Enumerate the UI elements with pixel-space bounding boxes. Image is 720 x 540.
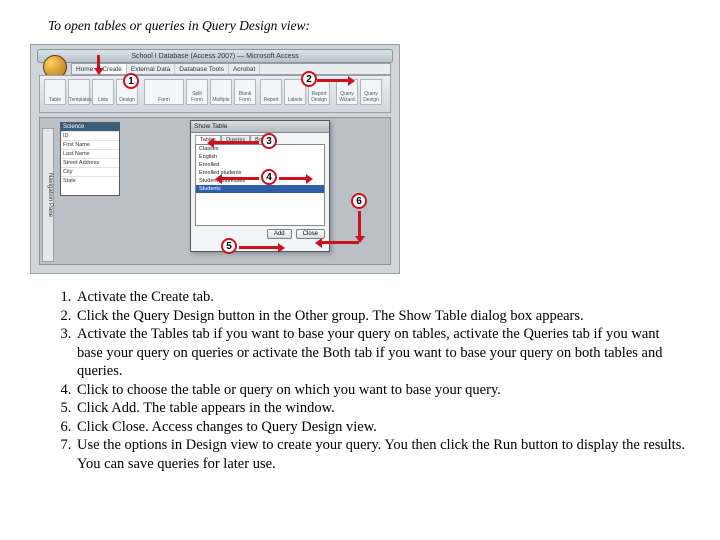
section-heading: To open tables or queries in Query Desig… <box>48 18 690 34</box>
arrow-6b <box>321 241 359 244</box>
field-row: ID <box>61 131 119 140</box>
ribbon-form: Form <box>144 79 184 105</box>
ribbon-blank: Blank Form <box>234 79 256 105</box>
list-item: English <box>196 153 324 161</box>
tab-external-data: External Data <box>127 64 175 74</box>
arrow-5 <box>239 246 279 249</box>
field-row: First Name <box>61 140 119 149</box>
tab-database-tools: Database Tools <box>175 64 229 74</box>
callout-6: 6 <box>351 193 367 209</box>
ribbon-templates: Templates <box>68 79 90 105</box>
field-row: Last Name <box>61 149 119 158</box>
dialog-list: Classes English Enrolled Enrolled studen… <box>195 144 325 226</box>
field-row: Street Address <box>61 158 119 167</box>
ribbon-label: Labels <box>285 97 305 103</box>
list-item: Enrolled <box>196 161 324 169</box>
ribbon-label: Lists <box>93 97 113 103</box>
step-7: Use the options in Design view to create… <box>75 436 685 473</box>
ribbon-label: Multiple <box>211 97 231 103</box>
add-button: Add <box>267 229 292 239</box>
ribbon-splitform: Split Form <box>186 79 208 105</box>
field-row: City <box>61 167 119 176</box>
step-1: Activate the Create tab. <box>75 288 685 307</box>
arrow-3 <box>213 141 259 144</box>
app-titlebar: School I Database (Access 2007) — Micros… <box>37 49 393 63</box>
arrow-4a <box>221 177 259 180</box>
callout-5: 5 <box>221 238 237 254</box>
ribbon-label: Query Design <box>361 91 381 103</box>
navigation-pane: Navigation Pane <box>42 128 54 262</box>
ribbon-lists: Lists <box>92 79 114 105</box>
ribbon-label: Templates <box>69 97 89 103</box>
tutorial-screenshot: School I Database (Access 2007) — Micros… <box>30 44 400 274</box>
dialog-buttons: Add Close <box>191 226 329 242</box>
ribbon-label: Query Wizard <box>337 91 357 103</box>
instruction-list: Activate the Create tab. Click the Query… <box>30 288 690 473</box>
ribbon-label: Table <box>45 97 65 103</box>
arrow-1 <box>97 55 100 69</box>
step-3: Activate the Tables tab if you want to b… <box>75 325 685 381</box>
callout-1: 1 <box>123 73 139 89</box>
arrow-2 <box>317 79 349 82</box>
tab-acrobat: Acrobat <box>229 64 260 74</box>
step-4: Click to choose the table or query on wh… <box>75 381 685 400</box>
list-item-selected: Students <box>196 185 324 193</box>
ribbon-report: Report <box>260 79 282 105</box>
callout-2: 2 <box>301 71 317 87</box>
list-item: Classes <box>196 145 324 153</box>
dialog-title: Show Table <box>191 121 329 133</box>
ribbon-label: Design <box>117 97 137 103</box>
field-list-title: Science <box>61 123 119 131</box>
step-6: Click Close. Access changes to Query Des… <box>75 418 685 437</box>
step-5: Click Add. The table appears in the wind… <box>75 399 685 418</box>
field-list: Science ID First Name Last Name Street A… <box>60 122 120 196</box>
ribbon-label: Form <box>145 97 183 103</box>
callout-3: 3 <box>261 133 277 149</box>
ribbon-label: Report <box>261 97 281 103</box>
ribbon-multi: Multiple <box>210 79 232 105</box>
ribbon-table: Table <box>44 79 66 105</box>
ribbon-qdes: Query Design <box>360 79 382 105</box>
arrow-6 <box>358 211 361 237</box>
arrow-4b <box>279 177 307 180</box>
ribbon-label: Blank Form <box>235 91 255 103</box>
ribbon-label: Report Design <box>309 91 329 103</box>
field-row: State <box>61 176 119 185</box>
ribbon-label: Split Form <box>187 91 207 103</box>
ribbon-tabstrip: Home Create External Data Database Tools… <box>71 63 391 75</box>
callout-4: 4 <box>261 169 277 185</box>
step-2: Click the Query Design button in the Oth… <box>75 307 685 326</box>
